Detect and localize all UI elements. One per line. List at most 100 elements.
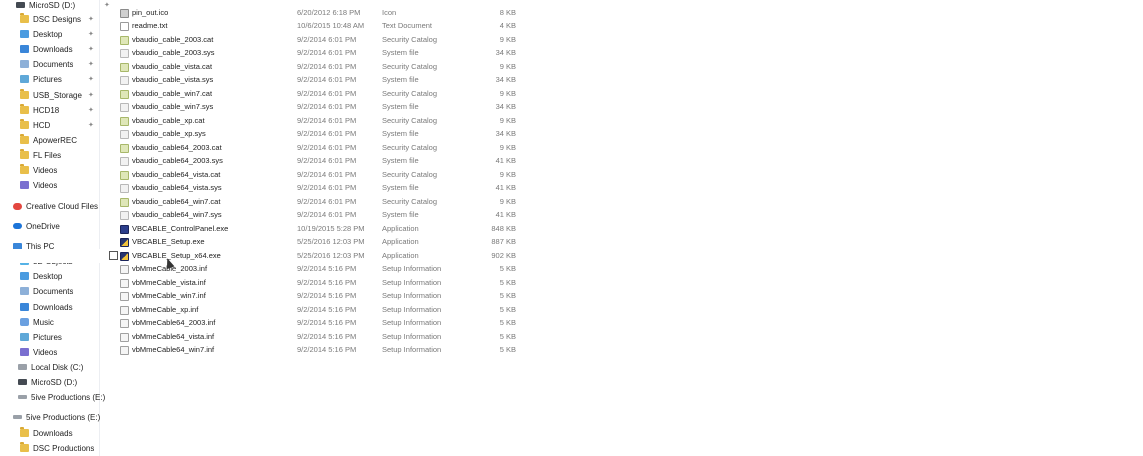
file-type: System file (382, 102, 419, 112)
file-size: 34 KB (495, 48, 516, 58)
file-name: vbMmeCable64_2003.inf (132, 318, 216, 328)
file-row[interactable]: vbMmeCable64_2003.inf 9/2/2014 5:16 PM S… (0, 316, 1143, 330)
nav-item-label: DSC Productions (33, 443, 95, 453)
file-size: 8 KB (499, 8, 516, 18)
nav-item-label: 5ive Productions (E:) (31, 392, 106, 402)
file-type: Setup Information (382, 264, 442, 274)
file-row[interactable]: vbaudio_cable64_win7.cat 9/2/2014 6:01 P… (0, 195, 1143, 209)
file-size: 5 KB (499, 305, 516, 315)
file-type: System file (382, 183, 419, 193)
file-row[interactable]: vbMmeCable_xp.inf 9/2/2014 5:16 PM Setup… (0, 303, 1143, 317)
setup-information-icon (120, 346, 129, 355)
file-size: 5 KB (499, 278, 516, 288)
file-row[interactable]: vbaudio_cable_xp.cat 9/2/2014 6:01 PM Se… (0, 114, 1143, 128)
file-size: 5 KB (499, 332, 516, 342)
file-type: Setup Information (382, 345, 442, 355)
nav-item-dsc-productions[interactable]: DSC Productions (20, 441, 120, 455)
system-file-icon (120, 184, 129, 193)
setup-application-icon (120, 238, 129, 247)
file-row[interactable]: vbaudio_cable_2003.sys 9/2/2014 6:01 PM … (0, 46, 1143, 60)
file-date: 9/2/2014 6:01 PM (297, 129, 357, 139)
file-name: vbaudio_cable_vista.sys (132, 75, 214, 85)
file-row[interactable]: VBCABLE_ControlPanel.exe 10/19/2015 5:28… (0, 222, 1143, 236)
file-size: 5 KB (499, 291, 516, 301)
file-name: vbaudio_cable64_2003.sys (132, 156, 223, 166)
file-name: vbMmeCable_xp.inf (132, 305, 199, 315)
file-row[interactable]: vbaudio_cable64_win7.sys 9/2/2014 6:01 P… (0, 208, 1143, 222)
security-catalog-icon (120, 63, 129, 72)
file-size: 9 KB (499, 62, 516, 72)
nav-item-local-disk-c[interactable]: Local Disk (C:) (18, 360, 118, 374)
file-row[interactable]: vbaudio_cable_win7.cat 9/2/2014 6:01 PM … (0, 87, 1143, 101)
nav-item-5ive-productions-e-root[interactable]: 5ive Productions (E:) (13, 410, 113, 424)
file-row[interactable]: vbaudio_cable_vista.cat 9/2/2014 6:01 PM… (0, 60, 1143, 74)
file-size: 5 KB (499, 264, 516, 274)
file-type: Security Catalog (382, 89, 438, 99)
file-type: System file (382, 210, 419, 220)
file-row[interactable]: vbaudio_cable64_vista.sys 9/2/2014 6:01 … (0, 181, 1143, 195)
file-size: 902 KB (491, 251, 516, 261)
nav-item-5ive-productions-e[interactable]: 5ive Productions (E:) (18, 390, 118, 404)
file-size: 9 KB (499, 197, 516, 207)
file-row[interactable]: vbMmeCable_win7.inf 9/2/2014 5:16 PM Set… (0, 289, 1143, 303)
local-disk-icon (18, 364, 27, 370)
usb-drive-icon (18, 395, 27, 399)
file-type: Application (382, 224, 419, 234)
row-select-checkbox[interactable] (109, 251, 118, 260)
file-type: Setup Information (382, 305, 442, 315)
file-row[interactable]: readme.txt 10/6/2015 10:48 AM Text Docum… (0, 19, 1143, 33)
file-type: Security Catalog (382, 35, 438, 45)
setup-information-icon (120, 319, 129, 328)
file-date: 9/2/2014 6:01 PM (297, 143, 357, 153)
file-date: 9/2/2014 6:01 PM (297, 197, 357, 207)
setup-information-icon (120, 306, 129, 315)
file-size: 887 KB (491, 237, 516, 247)
nav-item-microsd-d[interactable]: MicroSD (D:) (18, 375, 118, 389)
file-date: 9/2/2014 5:16 PM (297, 278, 357, 288)
file-row[interactable]: vbaudio_cable_win7.sys 9/2/2014 6:01 PM … (0, 100, 1143, 114)
file-name: pin_out.ico (132, 8, 169, 18)
file-row[interactable]: VBCABLE_Setup.exe 5/25/2016 12:03 PM App… (0, 235, 1143, 249)
file-name: vbaudio_cable_xp.cat (132, 116, 205, 126)
file-date: 9/2/2014 6:01 PM (297, 89, 357, 99)
file-row[interactable]: pin_out.ico 6/20/2012 6:18 PM Icon 8 KB (0, 6, 1143, 20)
file-row[interactable]: vbaudio_cable64_2003.sys 9/2/2014 6:01 P… (0, 154, 1143, 168)
file-date: 9/2/2014 5:16 PM (297, 345, 357, 355)
file-type: Setup Information (382, 291, 442, 301)
file-type: Icon (382, 8, 397, 18)
file-name: vbaudio_cable_win7.cat (132, 89, 213, 99)
file-name: vbMmeCable_win7.inf (132, 291, 206, 301)
file-row[interactable]: vbaudio_cable_2003.cat 9/2/2014 6:01 PM … (0, 33, 1143, 47)
file-size: 41 KB (495, 156, 516, 166)
file-name: vbaudio_cable64_2003.cat (132, 143, 222, 153)
file-row[interactable]: vbaudio_cable64_vista.cat 9/2/2014 6:01 … (0, 168, 1143, 182)
system-file-icon (120, 103, 129, 112)
file-row[interactable]: vbMmeCable64_win7.inf 9/2/2014 5:16 PM S… (0, 343, 1143, 357)
file-name: vbaudio_cable_vista.cat (132, 62, 213, 72)
file-date: 10/19/2015 5:28 PM (297, 224, 365, 234)
setup-information-icon (120, 333, 129, 342)
file-row[interactable]: vbaudio_cable64_2003.cat 9/2/2014 6:01 P… (0, 141, 1143, 155)
system-file-icon (120, 76, 129, 85)
file-row[interactable]: vbMmeCable64_vista.inf 9/2/2014 5:16 PM … (0, 330, 1143, 344)
file-name: readme.txt (132, 21, 168, 31)
security-catalog-icon (120, 198, 129, 207)
file-size: 9 KB (499, 143, 516, 153)
file-date: 6/20/2012 6:18 PM (297, 8, 361, 18)
file-size: 4 KB (499, 21, 516, 31)
file-date: 9/2/2014 6:01 PM (297, 183, 357, 193)
nav-item-label: Downloads (33, 428, 73, 438)
file-name: VBCABLE_ControlPanel.exe (132, 224, 229, 234)
file-name: vbaudio_cable_xp.sys (132, 129, 206, 139)
folder-icon (20, 427, 29, 437)
file-type: Setup Information (382, 318, 442, 328)
file-size: 5 KB (499, 318, 516, 328)
file-date: 5/25/2016 12:03 PM (297, 237, 365, 247)
application-icon (120, 225, 129, 234)
nav-item-downloads-e[interactable]: Downloads (20, 426, 120, 440)
text-file-icon (120, 22, 129, 31)
file-row[interactable]: vbMmeCable_vista.inf 9/2/2014 5:16 PM Se… (0, 276, 1143, 290)
file-row[interactable]: vbaudio_cable_vista.sys 9/2/2014 6:01 PM… (0, 73, 1143, 87)
file-date: 9/2/2014 6:01 PM (297, 75, 357, 85)
file-row[interactable]: vbaudio_cable_xp.sys 9/2/2014 6:01 PM Sy… (0, 127, 1143, 141)
